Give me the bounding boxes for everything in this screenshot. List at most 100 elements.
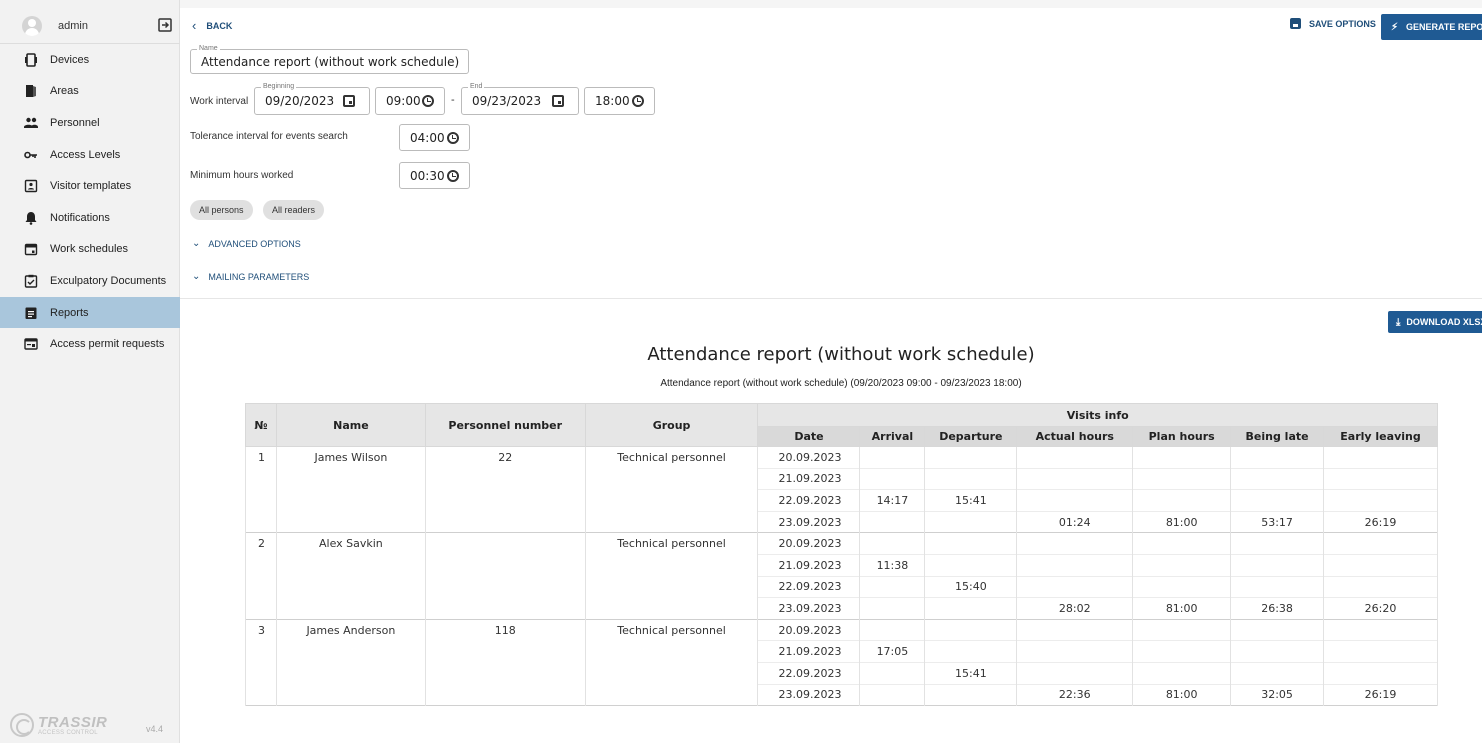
devices-icon: [24, 52, 38, 67]
cell-date: 23.09.2023: [757, 683, 861, 706]
clock-icon[interactable]: [447, 131, 459, 144]
table-row: 2 Alex Savkin Technical personnel 20.09.…: [245, 532, 1438, 620]
cell-arrival: [859, 575, 926, 598]
min-hours-value: 00:30: [410, 168, 445, 183]
beginning-date-field[interactable]: Beginning 09/20/2023: [254, 82, 370, 115]
sidebar-item-reports[interactable]: Reports: [0, 296, 180, 329]
app-version: v4.4: [146, 724, 164, 734]
advanced-options-label: ADVANCED OPTIONS: [208, 238, 301, 249]
cell-departure: [924, 618, 1018, 641]
sidebar-item-label: Visitor templates: [50, 180, 132, 193]
cell-actual-hours: [1016, 467, 1134, 490]
sidebar-nav: Devices Areas Personnel Access Levels Vi…: [0, 44, 180, 360]
cell-early-leaving: [1323, 489, 1438, 512]
cell-arrival: [859, 683, 926, 706]
sidebar-item-work-schedules[interactable]: Work schedules: [0, 234, 180, 266]
cell-departure: [924, 640, 1018, 663]
back-label: BACK: [206, 20, 233, 31]
col-header-num: №: [245, 403, 277, 447]
cell-plan-hours: [1132, 661, 1232, 685]
sidebar-item-devices[interactable]: Devices: [0, 44, 180, 76]
tolerance-field[interactable]: 04:00: [399, 124, 470, 151]
sidebar-item-visitor-templates[interactable]: Visitor templates: [0, 170, 180, 202]
back-button[interactable]: ‹ BACK: [192, 18, 232, 33]
chevron-down-icon: ⌄: [192, 271, 201, 282]
logo-main: TRASSIR: [38, 713, 108, 731]
save-options-button[interactable]: SAVE OPTIONS: [1290, 18, 1376, 29]
cell-date: 23.09.2023: [757, 510, 861, 533]
sidebar-item-label: Personnel: [50, 116, 100, 129]
report-name-field[interactable]: Name Attendance report (without work sch…: [190, 44, 469, 74]
cell-plan-hours: [1132, 489, 1232, 512]
cell-date: 22.09.2023: [757, 489, 861, 512]
logout-icon[interactable]: [157, 17, 173, 33]
cell-arrival: [859, 446, 926, 469]
sidebar-item-access-levels[interactable]: Access Levels: [0, 139, 180, 171]
cell-early-leaving: [1323, 575, 1438, 598]
all-persons-chip[interactable]: All persons: [190, 200, 253, 220]
cell-arrival: 14:17: [859, 489, 926, 512]
cell-plan-hours: 81:00: [1132, 597, 1232, 620]
sidebar-item-label: Access Levels: [50, 148, 121, 161]
calendar-icon: [24, 242, 38, 256]
calendar-icon[interactable]: [343, 95, 355, 107]
end-date-field[interactable]: End 09/23/2023: [461, 82, 579, 115]
sidebar-item-label: Reports: [50, 306, 89, 319]
cell-actual-hours: [1016, 661, 1134, 685]
clock-icon[interactable]: [422, 95, 434, 107]
cell-date: 21.09.2023: [757, 640, 861, 663]
cell-actual-hours: [1016, 618, 1134, 641]
cell-departure: 15:40: [924, 575, 1018, 598]
cell-being-late: [1230, 489, 1325, 512]
report-table-body: 1 James Wilson 22 Technical personnel 20…: [245, 445, 1438, 706]
avatar[interactable]: [22, 15, 42, 36]
people-icon: [24, 116, 38, 130]
download-xlsx-button[interactable]: ⤓ DOWNLOAD XLSX: [1388, 311, 1482, 333]
all-readers-chip[interactable]: All readers: [263, 200, 325, 220]
col-header-date: Date: [757, 426, 861, 447]
col-header-plan-hours: Plan hours: [1132, 426, 1232, 447]
advanced-options-toggle[interactable]: ⌄ ADVANCED OPTIONS: [192, 238, 301, 249]
cell-early-leaving: [1323, 467, 1438, 490]
cell-plan-hours: 81:00: [1132, 510, 1232, 533]
cell-arrival: [859, 597, 926, 620]
cell-actual-hours: [1016, 575, 1134, 598]
sidebar-item-personnel[interactable]: Personnel: [0, 107, 180, 139]
calendar-icon[interactable]: [552, 95, 564, 107]
cell-being-late: 26:38: [1230, 597, 1325, 620]
clock-icon[interactable]: [447, 169, 459, 182]
cell-being-late: [1230, 661, 1325, 685]
cell-name: James Wilson: [275, 445, 426, 533]
cell-being-late: [1230, 467, 1325, 490]
cell-early-leaving: [1323, 618, 1438, 641]
cell-early-leaving: 26:19: [1323, 510, 1438, 533]
generate-report-button[interactable]: ⚡︎ GENERATE REPORT: [1381, 14, 1482, 40]
sidebar-item-areas[interactable]: Areas: [0, 76, 180, 108]
cell-arrival: [859, 661, 926, 685]
beginning-time-field[interactable]: 09:00: [375, 87, 445, 115]
cell-being-late: [1230, 446, 1325, 469]
sidebar-item-exculpatory-documents[interactable]: Exculpatory Documents: [0, 265, 180, 297]
sidebar-item-label: Access permit requests: [50, 338, 165, 351]
end-time-field[interactable]: 18:00: [584, 87, 655, 115]
sidebar-item-notifications[interactable]: Notifications: [0, 202, 180, 234]
mailing-parameters-toggle[interactable]: ⌄ MAILING PARAMETERS: [192, 271, 309, 282]
cell-actual-hours: 01:24: [1016, 510, 1134, 533]
cell-early-leaving: 26:20: [1323, 597, 1438, 620]
cell-early-leaving: [1323, 446, 1438, 469]
cell-plan-hours: [1132, 640, 1232, 663]
end-time-value: 18:00: [595, 94, 630, 108]
cell-being-late: 53:17: [1230, 510, 1325, 533]
sidebar-item-access-permit-requests[interactable]: Access permit requests: [0, 328, 180, 360]
cell-departure: [924, 510, 1018, 533]
min-hours-field[interactable]: 00:30: [399, 162, 470, 189]
sidebar-item-label: Work schedules: [50, 243, 129, 256]
report-subtitle: Attendance report (without work schedule…: [660, 378, 1022, 389]
beginning-time-value: 09:00: [386, 94, 421, 108]
clock-icon[interactable]: [632, 95, 644, 107]
report-icon: [24, 306, 38, 320]
cell-departure: [924, 597, 1018, 620]
logo-sub: ACCESS CONTROL: [38, 729, 98, 736]
user-name: admin: [58, 19, 88, 32]
cell-num: 3: [245, 618, 277, 706]
